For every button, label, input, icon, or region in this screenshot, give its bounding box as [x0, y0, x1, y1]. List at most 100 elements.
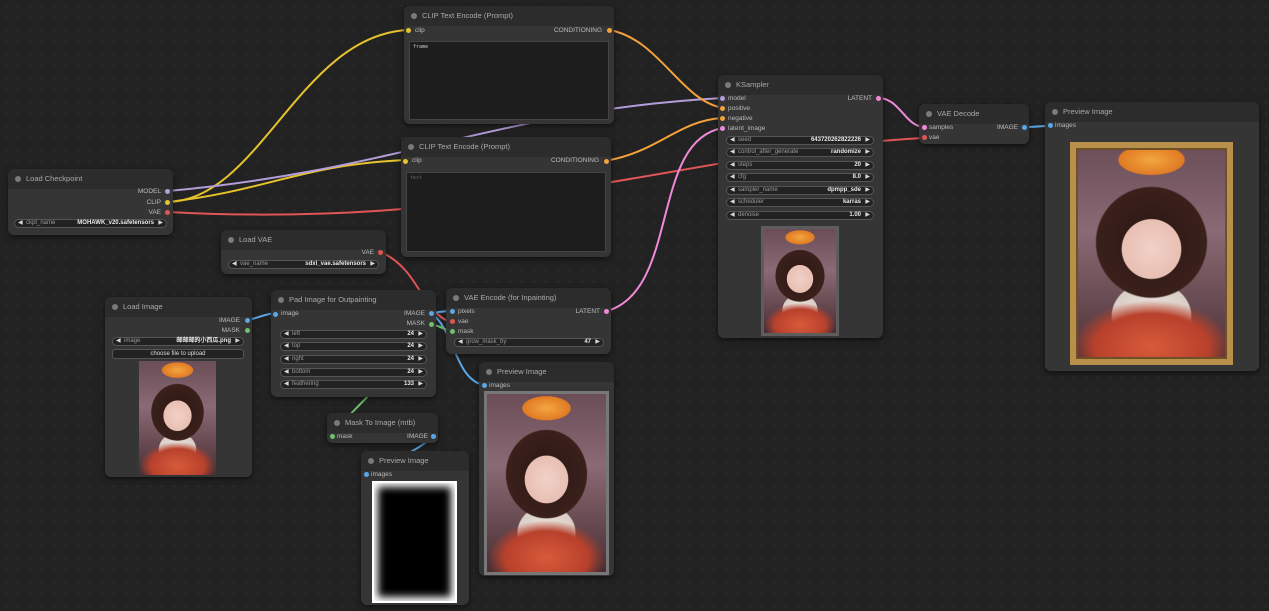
decrement-arrow-icon[interactable]: ◀: [284, 381, 289, 388]
image-combo[interactable]: ◀ image 邮邮邮的小西瓜.png ▶: [112, 337, 244, 346]
latent-input-pin[interactable]: [720, 126, 725, 131]
node-title[interactable]: Load Checkpoint: [8, 169, 173, 189]
negative-input-pin[interactable]: [720, 116, 725, 121]
mask-output-pin[interactable]: [429, 322, 434, 327]
cfg-widget[interactable]: ◀ cfg 8.0 ▶: [726, 173, 874, 182]
image-output-pin[interactable]: [429, 311, 434, 316]
collapse-dot-icon[interactable]: [411, 13, 417, 19]
image-output-pin[interactable]: [1022, 125, 1027, 130]
node-load-image[interactable]: Load Image IMAGE MASK ◀ image 邮邮邮的小西瓜.pn…: [105, 297, 252, 477]
model-input-pin[interactable]: [720, 96, 725, 101]
positive-input-pin[interactable]: [720, 106, 725, 111]
vae-output-pin[interactable]: [165, 210, 170, 215]
prev-arrow-icon[interactable]: ◀: [730, 187, 735, 194]
pad-feathering-widget[interactable]: ◀ feathering 133 ▶: [280, 380, 427, 389]
denoise-widget[interactable]: ◀ denoise 1.00 ▶: [726, 211, 874, 220]
pad-bottom-widget[interactable]: ◀ bottom 24 ▶: [280, 368, 427, 377]
decrement-arrow-icon[interactable]: ◀: [284, 343, 289, 350]
next-arrow-icon[interactable]: ▶: [158, 220, 163, 227]
increment-arrow-icon[interactable]: ▶: [595, 339, 600, 346]
next-arrow-icon[interactable]: ▶: [865, 149, 870, 156]
node-title[interactable]: Preview Image: [479, 362, 614, 382]
collapse-dot-icon[interactable]: [725, 82, 731, 88]
node-title[interactable]: Preview Image: [1045, 102, 1259, 122]
collapse-dot-icon[interactable]: [278, 297, 284, 303]
collapse-dot-icon[interactable]: [486, 369, 492, 375]
clip-input-pin[interactable]: [406, 28, 411, 33]
latent-output-pin[interactable]: [604, 309, 609, 314]
next-arrow-icon[interactable]: ▶: [865, 187, 870, 194]
seed-widget[interactable]: ◀ seed 643720262822226 ▶: [726, 136, 874, 145]
decrement-arrow-icon[interactable]: ◀: [458, 339, 463, 346]
images-input-pin[interactable]: [482, 383, 487, 388]
collapse-dot-icon[interactable]: [926, 111, 932, 117]
images-input-pin[interactable]: [1048, 123, 1053, 128]
decrement-arrow-icon[interactable]: ◀: [284, 369, 289, 376]
image-output-pin[interactable]: [431, 434, 436, 439]
increment-arrow-icon[interactable]: ▶: [865, 162, 870, 169]
node-title[interactable]: Preview Image: [361, 451, 469, 471]
grow-mask-widget[interactable]: ◀ grow_mask_by 47 ▶: [454, 338, 604, 347]
images-input-pin[interactable]: [364, 472, 369, 477]
next-arrow-icon[interactable]: ▶: [235, 338, 240, 345]
decrement-arrow-icon[interactable]: ◀: [730, 137, 735, 144]
collapse-dot-icon[interactable]: [408, 144, 414, 150]
node-load-checkpoint[interactable]: Load Checkpoint MODEL CLIP VAE ◀ ckpt_na…: [8, 169, 173, 235]
node-pad-image[interactable]: Pad Image for Outpainting image IMAGE MA…: [271, 290, 436, 397]
prev-arrow-icon[interactable]: ◀: [232, 261, 237, 268]
mask-output-pin[interactable]: [245, 328, 250, 333]
decrement-arrow-icon[interactable]: ◀: [284, 331, 289, 338]
increment-arrow-icon[interactable]: ▶: [418, 331, 423, 338]
collapse-dot-icon[interactable]: [334, 420, 340, 426]
node-clip-text-encode-positive[interactable]: CLIP Text Encode (Prompt) clip CONDITION…: [404, 6, 614, 124]
node-title[interactable]: KSampler: [718, 75, 883, 95]
ckpt-name-combo[interactable]: ◀ ckpt_name MOHAWK_v20.safetensors ▶: [14, 219, 167, 228]
collapse-dot-icon[interactable]: [453, 295, 459, 301]
image-output-pin[interactable]: [245, 318, 250, 323]
clip-output-pin[interactable]: [165, 200, 170, 205]
node-title[interactable]: CLIP Text Encode (Prompt): [401, 137, 611, 157]
prev-arrow-icon[interactable]: ◀: [730, 199, 735, 206]
mask-input-pin[interactable]: [450, 329, 455, 334]
mask-input-pin[interactable]: [330, 434, 335, 439]
conditioning-output-pin[interactable]: [604, 159, 609, 164]
node-preview-final[interactable]: Preview Image images: [1045, 102, 1259, 371]
conditioning-output-pin[interactable]: [607, 28, 612, 33]
clip-input-pin[interactable]: [403, 159, 408, 164]
control-after-generate-widget[interactable]: ◀ control_after_generate randomize ▶: [726, 148, 874, 157]
node-title[interactable]: CLIP Text Encode (Prompt): [404, 6, 614, 26]
steps-widget[interactable]: ◀ steps 20 ▶: [726, 161, 874, 170]
sampler-name-widget[interactable]: ◀ sampler_name dpmpp_sde ▶: [726, 186, 874, 195]
vae-input-pin[interactable]: [450, 319, 455, 324]
node-title[interactable]: VAE Decode: [919, 104, 1029, 124]
decrement-arrow-icon[interactable]: ◀: [730, 162, 735, 169]
increment-arrow-icon[interactable]: ▶: [865, 174, 870, 181]
decrement-arrow-icon[interactable]: ◀: [284, 356, 289, 363]
node-preview-mask[interactable]: Preview Image images: [361, 451, 469, 605]
decrement-arrow-icon[interactable]: ◀: [730, 174, 735, 181]
prompt-textarea[interactable]: text: [406, 172, 606, 252]
next-arrow-icon[interactable]: ▶: [370, 261, 375, 268]
node-title[interactable]: Pad Image for Outpainting: [271, 290, 436, 310]
vae-name-combo[interactable]: ◀ vae_name sdxl_vae.safetensors ▶: [228, 260, 379, 269]
collapse-dot-icon[interactable]: [368, 458, 374, 464]
decrement-arrow-icon[interactable]: ◀: [730, 212, 735, 219]
prev-arrow-icon[interactable]: ◀: [730, 149, 735, 156]
latent-output-pin[interactable]: [876, 96, 881, 101]
pad-top-widget[interactable]: ◀ top 24 ▶: [280, 342, 427, 351]
collapse-dot-icon[interactable]: [15, 176, 21, 182]
node-title[interactable]: Load VAE: [221, 230, 386, 250]
increment-arrow-icon[interactable]: ▶: [865, 137, 870, 144]
collapse-dot-icon[interactable]: [1052, 109, 1058, 115]
increment-arrow-icon[interactable]: ▶: [865, 212, 870, 219]
node-mask-to-image[interactable]: Mask To Image (mtb) mask IMAGE: [327, 413, 438, 443]
next-arrow-icon[interactable]: ▶: [865, 199, 870, 206]
upload-button[interactable]: choose file to upload: [112, 349, 244, 359]
node-title[interactable]: Load Image: [105, 297, 252, 317]
pad-left-widget[interactable]: ◀ left 24 ▶: [280, 330, 427, 339]
prev-arrow-icon[interactable]: ◀: [18, 220, 23, 227]
node-title[interactable]: Mask To Image (mtb): [327, 413, 438, 433]
node-clip-text-encode-negative[interactable]: CLIP Text Encode (Prompt) clip CONDITION…: [401, 137, 611, 257]
samples-input-pin[interactable]: [922, 125, 927, 130]
pixels-input-pin[interactable]: [450, 309, 455, 314]
